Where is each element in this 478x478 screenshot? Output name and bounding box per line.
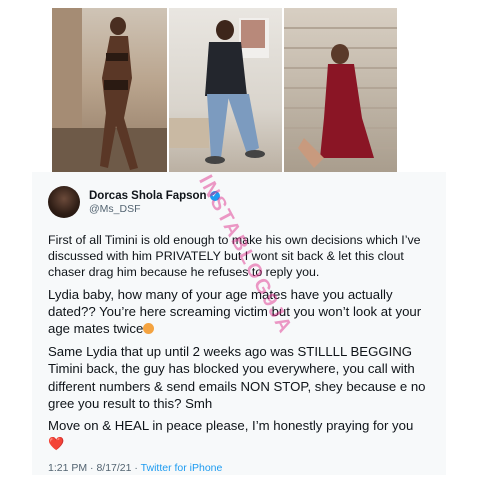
tweet-header: Dorcas Shola Fapson ✓ @Ms_DSF: [48, 186, 220, 218]
paragraph-text: First of all Timini is old enough to mak…: [48, 233, 421, 280]
avatar[interactable]: [48, 186, 80, 218]
paragraph-text: Same Lydia that up until 2 weeks ago was…: [48, 343, 426, 412]
author-names: Dorcas Shola Fapson ✓ @Ms_DSF: [89, 190, 220, 215]
blushing-face-icon: [143, 323, 155, 335]
paragraph-text: Lydia baby, how many of your age mates h…: [48, 286, 422, 337]
tweet-meta: 1:21 PM · 8/17/21 · Twitter for iPhone: [48, 462, 222, 474]
tweet-source-link[interactable]: Twitter for iPhone: [141, 462, 223, 474]
tweet-paragraph: First of all Timini is old enough to mak…: [48, 232, 436, 281]
tweet-text: First of all Timini is old enough to mak…: [48, 232, 436, 457]
tweet-time[interactable]: 1:21 PM: [48, 462, 87, 474]
tweet-card: Dorcas Shola Fapson ✓ @Ms_DSF First of a…: [32, 172, 446, 475]
paragraph-text: Move on & HEAL in peace please, I’m hone…: [48, 418, 414, 434]
meta-separator: ·: [90, 462, 94, 474]
photo-woman-posing: [52, 8, 167, 176]
display-name[interactable]: Dorcas Shola Fapson: [89, 190, 207, 202]
tweet-date[interactable]: 8/17/21: [96, 462, 131, 474]
tweet-paragraph: Move on & HEAL in peace please, I’m hone…: [48, 417, 436, 452]
meta-separator: ·: [134, 462, 138, 474]
tweet-paragraph: Lydia baby, how many of your age mates h…: [48, 286, 436, 338]
verified-badge-icon: ✓: [209, 190, 220, 201]
handle[interactable]: @Ms_DSF: [89, 203, 220, 215]
photo-woman-red-dress: [284, 8, 397, 176]
heart-icon: ❤️: [48, 435, 65, 451]
photo-man-seated: [169, 8, 282, 176]
tweet-paragraph: Same Lydia that up until 2 weeks ago was…: [48, 343, 436, 413]
photo-collage: [52, 8, 397, 176]
name-row: Dorcas Shola Fapson ✓: [89, 190, 220, 202]
